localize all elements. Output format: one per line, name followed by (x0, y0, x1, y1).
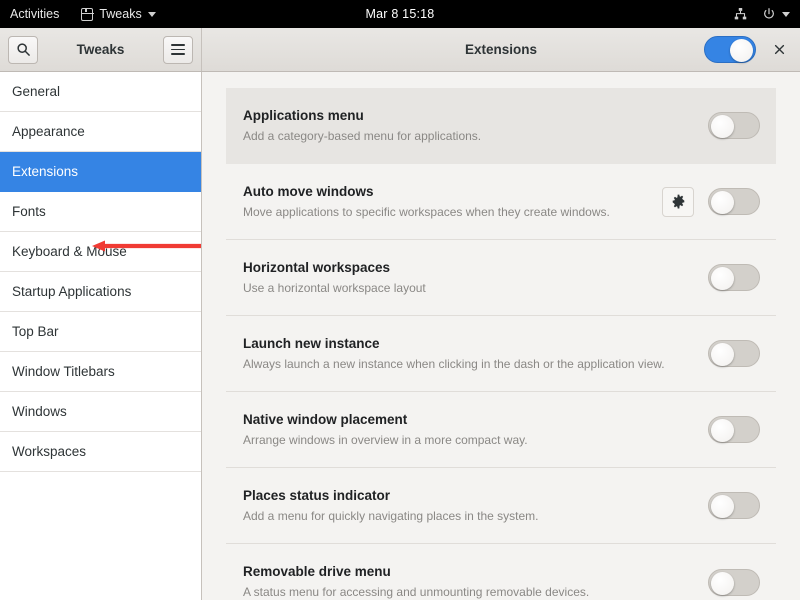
extension-title: Auto move windows (243, 183, 374, 199)
sidebar-item-window-titlebars[interactable]: Window Titlebars (0, 352, 201, 392)
extension-text: Applications menu Add a category-based m… (243, 108, 708, 144)
extension-text: Removable drive menu A status menu for a… (243, 564, 708, 600)
extension-toggle[interactable] (708, 492, 760, 519)
extension-row-native-window-placement[interactable]: Native window placement Arrange windows … (226, 392, 776, 468)
sidebar-item-label: Top Bar (12, 324, 59, 339)
header-bar-content-section: Extensions (202, 28, 800, 71)
tweaks-icon (80, 7, 94, 21)
search-button[interactable] (8, 35, 38, 64)
chevron-down-icon (782, 11, 790, 17)
sidebar-item-startup-applications[interactable]: Startup Applications (0, 272, 201, 312)
extension-toggle[interactable] (708, 112, 760, 139)
extension-text: Native window placement Arrange windows … (243, 412, 708, 448)
extension-text: Launch new instance Always launch a new … (243, 336, 708, 372)
sidebar-item-label: Fonts (12, 204, 46, 219)
extension-toggle[interactable] (708, 264, 760, 291)
toggle-knob (711, 495, 734, 518)
toggle-knob (711, 267, 734, 290)
extension-description: A status menu for accessing and unmounti… (243, 585, 590, 600)
sidebar-item-label: Workspaces (12, 444, 87, 459)
sidebar-item-appearance[interactable]: Appearance (0, 112, 201, 152)
window-body: General Appearance Extensions Fonts Keyb… (0, 72, 800, 600)
toggle-knob (730, 39, 753, 62)
extension-controls (708, 568, 760, 596)
extension-description: Add a category-based menu for applicatio… (243, 128, 482, 143)
extension-row-removable-drive-menu[interactable]: Removable drive menu A status menu for a… (226, 544, 776, 600)
sidebar-item-workspaces[interactable]: Workspaces (0, 432, 201, 472)
extension-toggle[interactable] (708, 568, 760, 596)
chevron-down-icon (147, 11, 156, 17)
close-icon (774, 44, 784, 55)
gear-icon (672, 194, 684, 209)
extension-controls (708, 264, 760, 291)
sidebar-item-label: Window Titlebars (12, 364, 115, 379)
sidebar-item-label: Windows (12, 404, 67, 419)
top-bar-left: Activities Tweaks (0, 7, 156, 21)
sidebar-item-windows[interactable]: Windows (0, 392, 201, 432)
extension-title: Places status indicator (243, 487, 391, 503)
sidebar-item-label: Extensions (12, 164, 79, 179)
toggle-knob (711, 191, 734, 214)
extension-row-horizontal-workspaces[interactable]: Horizontal workspaces Use a horizontal w… (226, 240, 776, 316)
close-button[interactable] (768, 39, 790, 61)
app-menu-button[interactable]: Tweaks (80, 7, 156, 21)
extension-settings-button[interactable] (662, 186, 694, 217)
extensions-master-toggle[interactable] (704, 36, 756, 63)
extension-text: Places status indicator Add a menu for q… (243, 488, 708, 524)
extension-text: Horizontal workspaces Use a horizontal w… (243, 260, 708, 296)
extension-controls (708, 492, 760, 519)
extension-title: Applications menu (243, 107, 364, 123)
top-bar-right[interactable] (733, 7, 800, 21)
sidebar-item-general[interactable]: General (0, 72, 201, 112)
toggle-knob (711, 419, 734, 442)
extension-text: Auto move windows Move applications to s… (243, 184, 662, 220)
extension-controls (708, 416, 760, 443)
sidebar-item-extensions[interactable]: Extensions (0, 152, 201, 192)
primary-menu-button[interactable] (163, 35, 193, 64)
tweaks-window: Tweaks Extensions General Appearance Ext… (0, 28, 800, 600)
app-menu-label: Tweaks (99, 7, 142, 21)
extension-row-auto-move-windows[interactable]: Auto move windows Move applications to s… (226, 164, 776, 240)
window-header-bar: Tweaks Extensions (0, 28, 800, 72)
extension-toggle[interactable] (708, 188, 760, 215)
toggle-knob (711, 343, 734, 366)
extension-controls (662, 186, 760, 217)
sidebar-item-top-bar[interactable]: Top Bar (0, 312, 201, 352)
sidebar-item-keyboard-and-mouse[interactable]: Keyboard & Mouse (0, 232, 201, 272)
sidebar-item-fonts[interactable]: Fonts (0, 192, 201, 232)
extension-description: Arrange windows in overview in a more co… (243, 432, 528, 447)
extension-row-applications-menu[interactable]: Applications menu Add a category-based m… (226, 88, 776, 164)
power-menu-button[interactable] (762, 7, 790, 21)
extensions-list: Applications menu Add a category-based m… (202, 72, 800, 600)
wired-network-icon[interactable] (733, 7, 748, 21)
extension-description: Use a horizontal workspace layout (243, 280, 426, 295)
extension-description: Add a menu for quickly navigating places… (243, 508, 539, 523)
extension-row-places-status-indicator[interactable]: Places status indicator Add a menu for q… (226, 468, 776, 544)
header-bar-sidebar-section: Tweaks (0, 28, 202, 71)
sidebar-item-label: Keyboard & Mouse (12, 244, 127, 259)
extension-controls (708, 112, 760, 139)
extension-toggle[interactable] (708, 416, 760, 443)
app-title: Tweaks (76, 42, 125, 57)
extensions-list-panel[interactable]: Applications menu Add a category-based m… (202, 72, 800, 600)
extension-description: Always launch a new instance when clicki… (243, 356, 665, 371)
extension-title: Horizontal workspaces (243, 259, 391, 275)
extension-title: Launch new instance (243, 335, 380, 351)
clock-button[interactable]: Mar 8 15:18 (366, 7, 435, 21)
extension-title: Removable drive menu (243, 564, 391, 580)
toggle-knob (711, 571, 734, 595)
extension-description: Move applications to specific workspaces… (243, 204, 610, 219)
hamburger-menu-icon (171, 44, 185, 55)
toggle-knob (711, 115, 734, 138)
extension-toggle[interactable] (708, 340, 760, 367)
sidebar-item-label: General (12, 84, 61, 99)
sidebar-item-label: Appearance (12, 124, 85, 139)
activities-button[interactable]: Activities (10, 7, 59, 21)
extension-title: Native window placement (243, 411, 408, 427)
gnome-top-bar: Activities Tweaks Mar 8 15:18 (0, 0, 800, 28)
extension-controls (708, 340, 760, 367)
extension-row-launch-new-instance[interactable]: Launch new instance Always launch a new … (226, 316, 776, 392)
sidebar-item-label: Startup Applications (12, 284, 132, 299)
settings-sidebar[interactable]: General Appearance Extensions Fonts Keyb… (0, 72, 202, 600)
